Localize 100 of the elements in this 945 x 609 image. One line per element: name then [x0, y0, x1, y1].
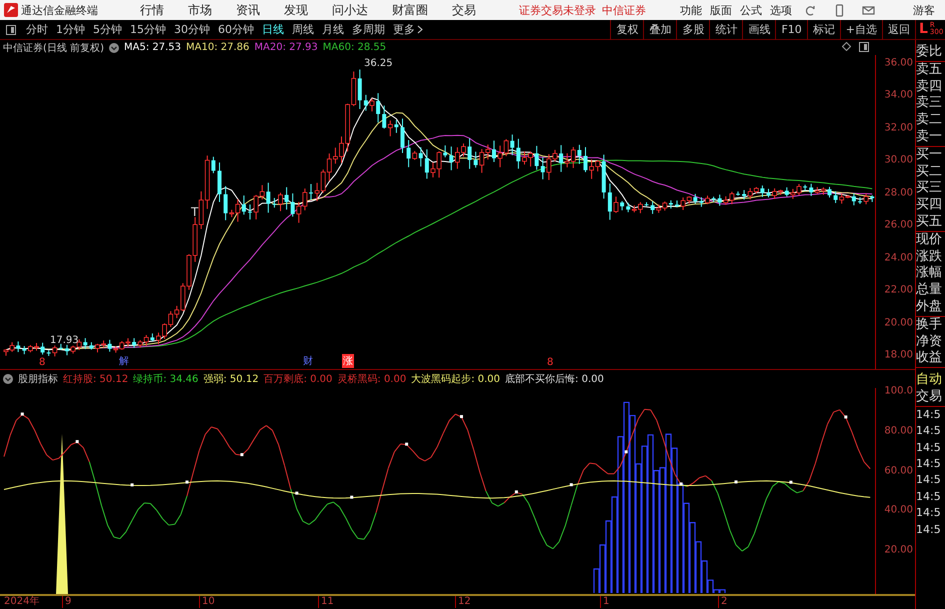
indicator-value: 底部不买你后悔: 0.00	[505, 372, 604, 386]
signal-marker: T	[191, 205, 198, 219]
price-tick-label: 24.00	[884, 252, 913, 264]
quote-label: 涨跌	[916, 248, 943, 266]
toolbar-button[interactable]: F10	[775, 20, 807, 40]
period-tab[interactable]: 更多	[393, 22, 423, 37]
indicator-value: 绿持币: 34.46	[133, 372, 198, 386]
period-tab[interactable]: 分时	[26, 22, 48, 37]
indicator-tick-label: 20.00	[884, 544, 913, 556]
indicator-tick-label: 80.00	[884, 425, 913, 436]
toolbar-button[interactable]: 多股	[676, 20, 710, 40]
menu-item[interactable]: 市场	[188, 2, 212, 18]
price-tick-label: 36.00	[884, 58, 913, 68]
quote-label: 总量	[916, 282, 943, 299]
period-tab[interactable]: 周线	[292, 22, 314, 37]
event-marker[interactable]: 解	[118, 354, 130, 368]
auto-trade-button[interactable]: 自动	[916, 372, 945, 389]
period-tab[interactable]: 5分钟	[93, 22, 122, 37]
ma-value: MA5: 27.53	[124, 42, 181, 53]
toolbar-button[interactable]: 画线	[742, 20, 776, 40]
diamond-icon[interactable]	[842, 42, 851, 51]
menu-item[interactable]: 功能	[680, 2, 702, 18]
price-tick-label: 26.00	[884, 220, 913, 231]
indicator-tick-label: 40.00	[884, 504, 913, 516]
period-tab[interactable]: 月线	[322, 22, 344, 37]
mail-icon[interactable]	[862, 4, 875, 16]
user-name[interactable]: 游客	[913, 2, 935, 18]
indicator-value: 百万剩底: 0.00	[264, 372, 332, 386]
tick-time: 14:5	[916, 505, 942, 522]
toolbar-button[interactable]: 叠加	[643, 20, 676, 40]
period-tab[interactable]: 30分钟	[174, 22, 210, 37]
quote-label: 外盘	[916, 298, 943, 316]
quote-label: 卖三	[916, 95, 943, 112]
quote-label: 现价	[916, 232, 943, 249]
quote-label: 委比	[916, 44, 943, 61]
quote-label: 买五	[916, 214, 943, 231]
ma-value: MA60: 28.55	[322, 42, 386, 53]
quote-label: 买三	[916, 180, 943, 198]
app-title: 通达信金融终端	[21, 2, 98, 18]
tick-time: 14:5	[916, 522, 942, 538]
period-tab[interactable]: 多周期	[352, 22, 385, 37]
tick-time: 14:5	[916, 472, 942, 488]
refresh-icon[interactable]	[804, 4, 817, 16]
tick-time: 14:5	[916, 440, 942, 456]
period-tab[interactable]: 1分钟	[56, 22, 85, 37]
time-axis-label: 12	[455, 596, 471, 608]
price-tick-label: 22.00	[884, 284, 913, 296]
tick-time: 14:5	[916, 456, 942, 472]
event-marker[interactable]: 8	[546, 357, 554, 368]
menu-item[interactable]: 选项	[770, 2, 792, 18]
menu-item[interactable]: 财富圈	[392, 2, 428, 18]
toolbar-button[interactable]: 统计	[709, 20, 742, 40]
stock-title: 中信证券(日线 前复权)	[3, 42, 104, 54]
indicator-tick-label: 60.00	[884, 465, 913, 476]
menu-item[interactable]: 问小达	[332, 2, 368, 18]
dropdown-icon[interactable]	[3, 374, 13, 384]
quote-label: 收益	[916, 350, 943, 368]
time-axis-label: 2	[718, 596, 728, 608]
menu-item[interactable]: 版面	[710, 2, 732, 18]
ma-value: MA20: 27.93	[254, 42, 318, 53]
menu-item[interactable]: 公式	[740, 2, 762, 18]
menu-item[interactable]: 行情	[140, 2, 164, 18]
price-tick-label: 32.00	[884, 122, 913, 134]
ma-value: MA10: 27.86	[186, 42, 250, 53]
broker-link[interactable]: 中信证券	[602, 2, 646, 18]
indicator-tick-label: 100.0	[884, 386, 913, 396]
time-axis-label: 2024年	[3, 596, 40, 608]
price-tick-label: 20.00	[884, 317, 913, 328]
toolbar-button[interactable]: 标记	[806, 20, 840, 40]
dropdown-icon[interactable]	[108, 42, 119, 52]
tick-time: 14:5	[916, 488, 942, 505]
toolbar-button[interactable]: 返回	[882, 20, 915, 40]
low-price-label: 17.93	[50, 335, 79, 346]
period-tab[interactable]: 15分钟	[130, 22, 166, 37]
tick-time: 14:5	[916, 423, 942, 440]
trade-label: 交易	[916, 388, 943, 406]
indicator-value: 强弱: 50.12	[203, 373, 259, 386]
price-tick-label: 28.00	[884, 187, 913, 198]
event-marker[interactable]: 涨	[342, 354, 354, 368]
panel-toggle-icon[interactable]	[859, 42, 869, 52]
period-tab[interactable]: 60分钟	[218, 22, 254, 37]
indicator-value: 大波黑码起步: 0.00	[411, 372, 500, 386]
panel-toggle-icon[interactable]	[6, 24, 16, 34]
toolbar-button[interactable]: 复权	[610, 20, 644, 40]
price-tick-label: 30.00	[884, 154, 913, 166]
indicator-value: 灵桥黑码: 0.00	[337, 372, 406, 386]
menu-item[interactable]: 交易	[452, 2, 476, 18]
period-tab[interactable]: 日线	[262, 22, 284, 37]
price-tick-label: 34.00	[884, 90, 913, 101]
menu-item[interactable]: 资讯	[236, 2, 260, 18]
high-price-label: 36.25	[364, 58, 393, 69]
event-marker[interactable]: 财	[302, 354, 314, 368]
indicator-name: 股朋指标	[18, 372, 58, 386]
toolbar-button[interactable]: +自选	[840, 20, 882, 40]
quote-label: 卖四	[916, 78, 943, 95]
phone-icon[interactable]	[833, 4, 846, 16]
menu-item[interactable]: 发现	[284, 2, 308, 18]
quote-label: 买二	[916, 164, 943, 180]
time-axis-label: 1	[600, 596, 610, 608]
event-marker[interactable]: 8	[38, 357, 46, 368]
